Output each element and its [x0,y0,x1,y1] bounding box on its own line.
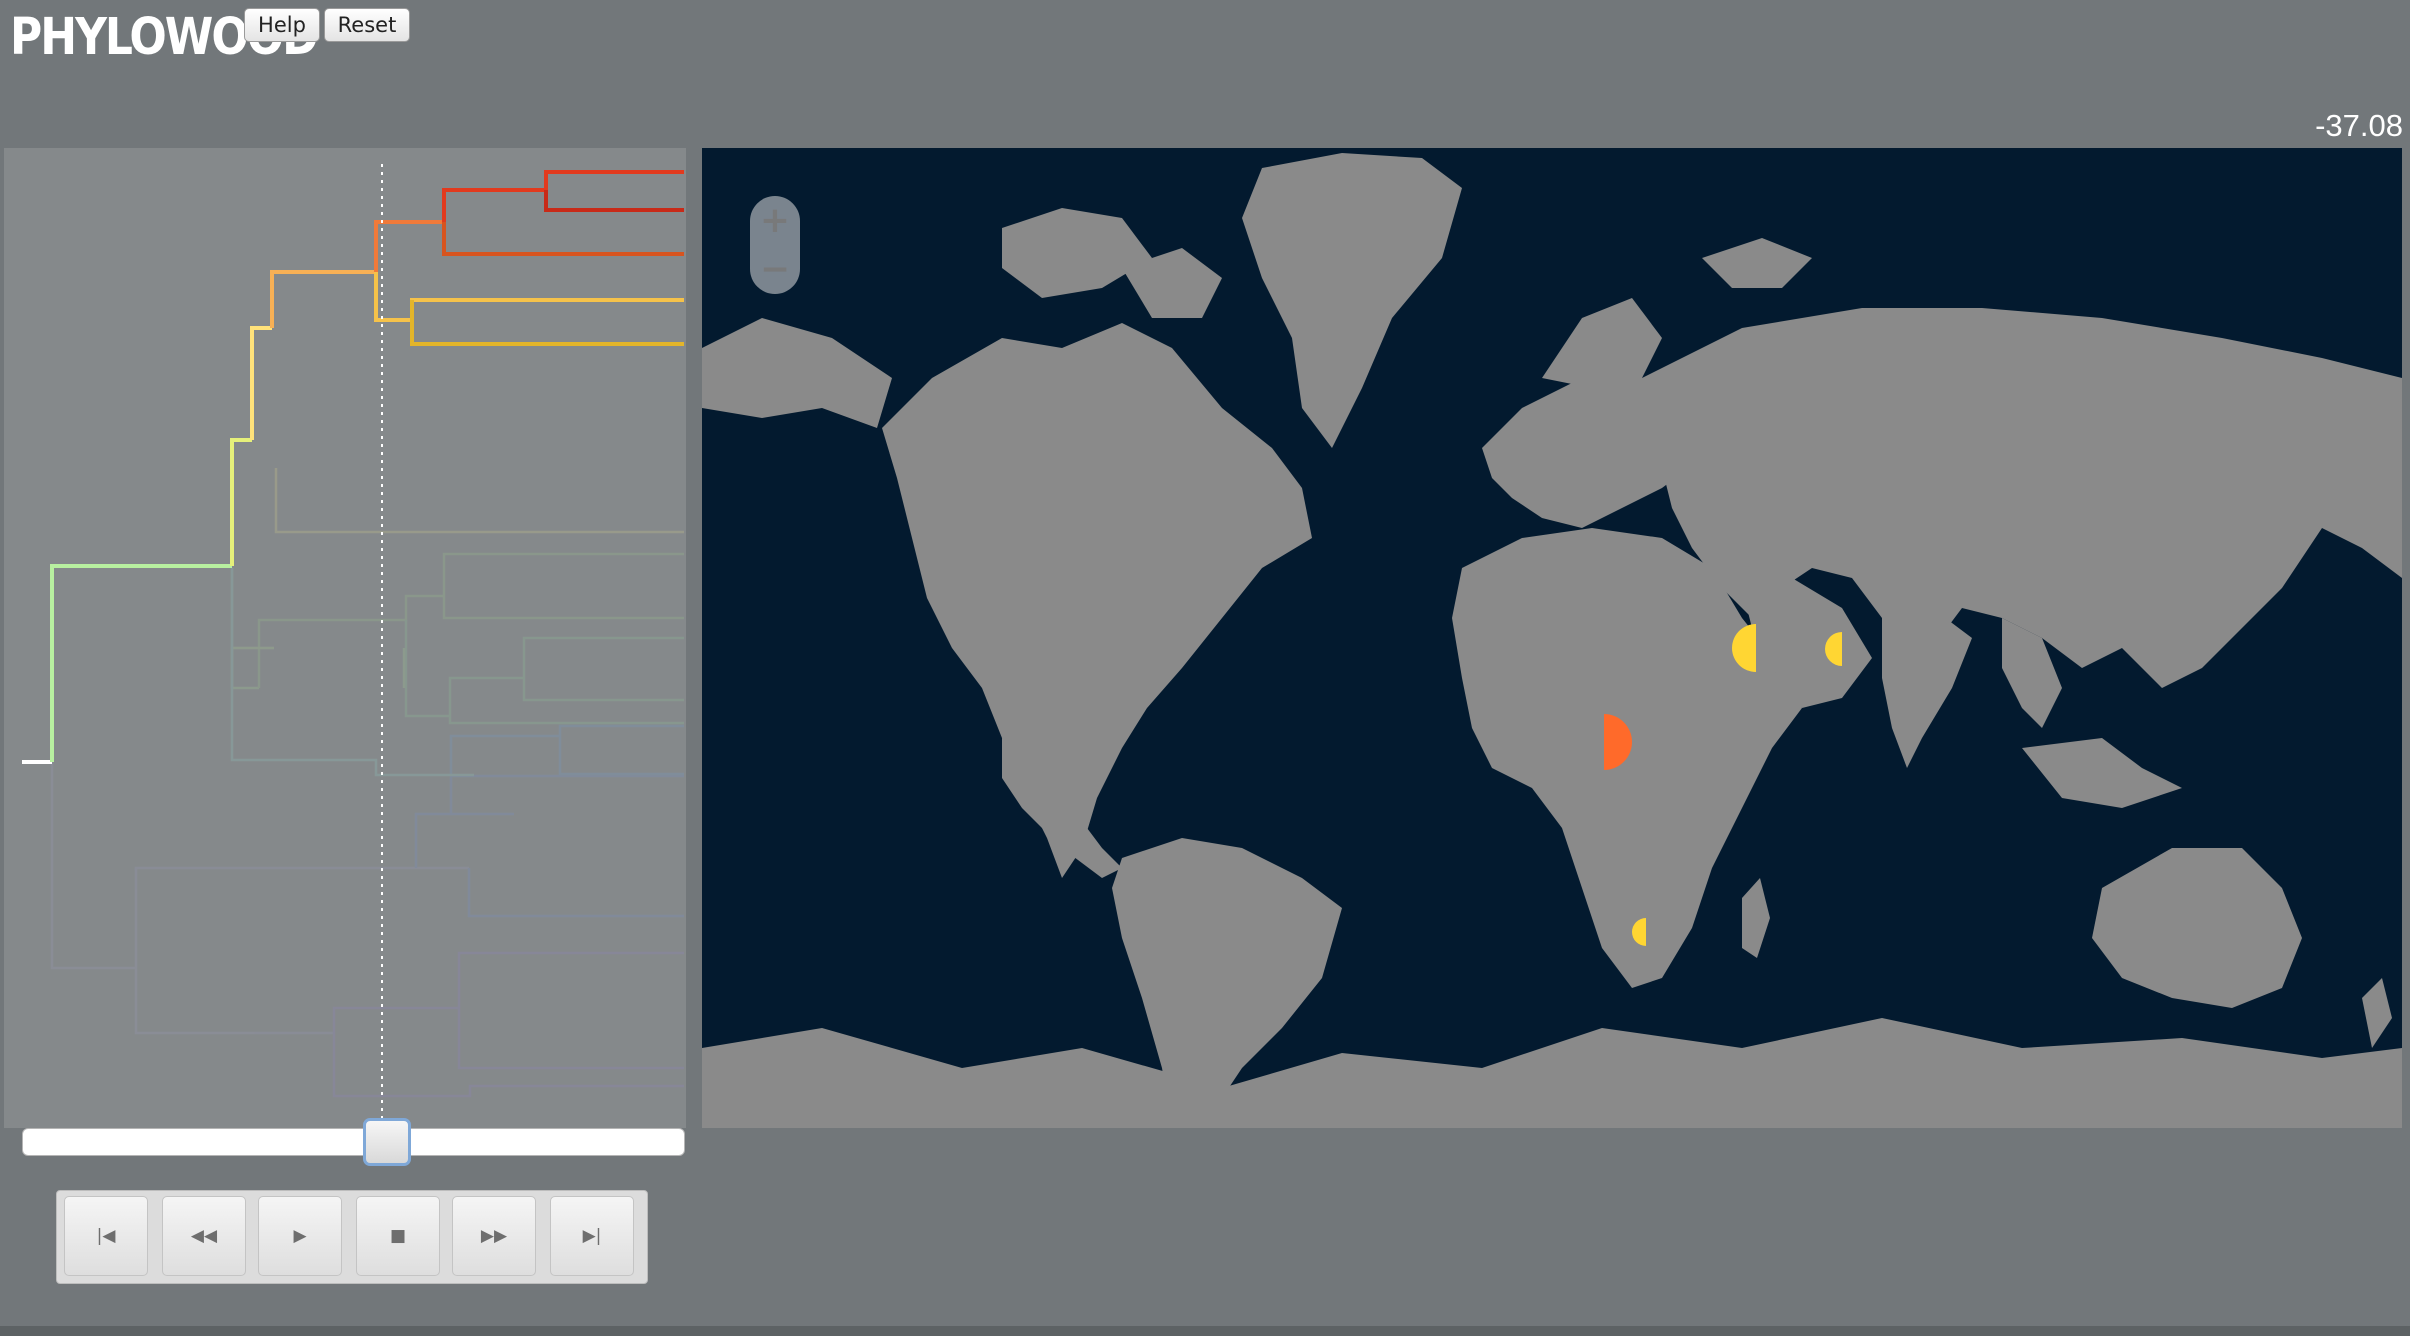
skip-to-end-button[interactable]: ▶| [550,1196,634,1276]
land-masses [702,153,2402,1128]
madagascar [1742,878,1770,958]
skip-to-start-button[interactable]: |◀ [64,1196,148,1276]
help-button[interactable]: Help [244,8,320,42]
time-slider-handle[interactable] [362,1118,411,1166]
bottom-strip [0,1326,2410,1336]
phylogeny-tree [22,164,684,1128]
map-canvas [702,153,2402,1128]
zoom-out-button[interactable]: − [750,245,800,294]
time-readout: -37.08 [2315,108,2403,143]
time-slider-track[interactable] [22,1128,685,1156]
stop-button[interactable]: ■ [356,1196,440,1276]
india [1882,608,1972,768]
highlighted-lineage [22,170,684,764]
rewind-button[interactable]: ◀◀ [162,1196,246,1276]
phylowood-app: PHYLOWOOD Help Reset -37.08 |◀ ◀◀ ▶ ■ ▶▶… [0,0,2410,1336]
play-button[interactable]: ▶ [258,1196,342,1276]
north-america [882,323,1312,878]
australia [2092,848,2302,1008]
greenland [1242,153,1462,448]
alaska [702,318,892,428]
zoom-in-button[interactable]: + [750,196,800,245]
antarctica [702,1018,2402,1128]
phylogeny-panel [4,148,686,1128]
zoom-control: + − [750,196,800,294]
fast-forward-button[interactable]: ▶▶ [452,1196,536,1276]
world-map[interactable]: + − [702,148,2402,1128]
faded-lineages [50,468,684,1098]
reset-button[interactable]: Reset [324,8,410,42]
